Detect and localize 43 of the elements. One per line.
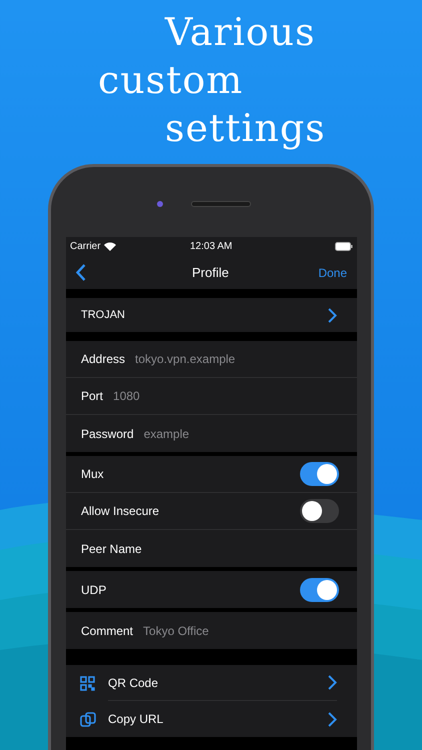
toggle-switch[interactable]: [300, 462, 339, 486]
row-label: UDP: [81, 582, 106, 598]
carrier-label: Carrier: [70, 240, 101, 254]
text-field[interactable]: 1080: [113, 387, 339, 405]
text-field[interactable]: example: [144, 424, 339, 442]
form-field[interactable]: Comment Tokyo Office: [66, 612, 357, 649]
action-label: Copy URL: [108, 711, 164, 728]
back-button[interactable]: [76, 264, 86, 281]
battery-icon: [335, 242, 353, 251]
action-row[interactable]: QR Code: [66, 665, 357, 701]
row-label: Password: [81, 426, 134, 442]
form-field[interactable]: Peer Name: [66, 530, 357, 567]
row-label: Allow Insecure: [81, 503, 160, 520]
protocol-row[interactable]: TROJAN: [66, 298, 357, 332]
headline-text: custom: [98, 58, 244, 102]
row-label: Address: [81, 351, 126, 368]
chevron-icon: [328, 308, 337, 322]
row-label: Mux: [81, 466, 104, 483]
wifi-icon: [104, 242, 116, 251]
protocol-label: TROJAN: [81, 308, 125, 323]
row-label: Comment: [81, 622, 134, 640]
camera-icon: [157, 201, 163, 207]
time-label: 12:03 AM: [190, 240, 232, 254]
text-field[interactable]: tokyo.vpn.example: [135, 350, 339, 368]
toggle-switch[interactable]: [300, 578, 339, 602]
toggle-switch[interactable]: [300, 499, 339, 523]
action-label: QR Code: [108, 674, 158, 692]
copy-icon: [80, 712, 96, 726]
headline-text: Various: [165, 10, 316, 54]
headline-text: settings: [165, 106, 326, 150]
speaker-grille: [191, 201, 251, 207]
row-label: Peer Name: [81, 540, 142, 558]
chevron-icon: [328, 675, 337, 690]
done-button[interactable]: Done: [318, 264, 347, 282]
qr-code-icon: [80, 676, 95, 690]
row-label: Port: [81, 388, 104, 405]
form-field[interactable]: Address tokyo.vpn.example: [66, 341, 357, 378]
form-field[interactable]: Password example: [66, 415, 357, 452]
text-field[interactable]: Tokyo Office: [143, 622, 339, 640]
form-field[interactable]: Port 1080: [66, 378, 357, 415]
nav-title: Profile: [192, 264, 229, 282]
chevron-icon: [328, 712, 337, 726]
action-row[interactable]: Copy URL: [66, 701, 357, 737]
